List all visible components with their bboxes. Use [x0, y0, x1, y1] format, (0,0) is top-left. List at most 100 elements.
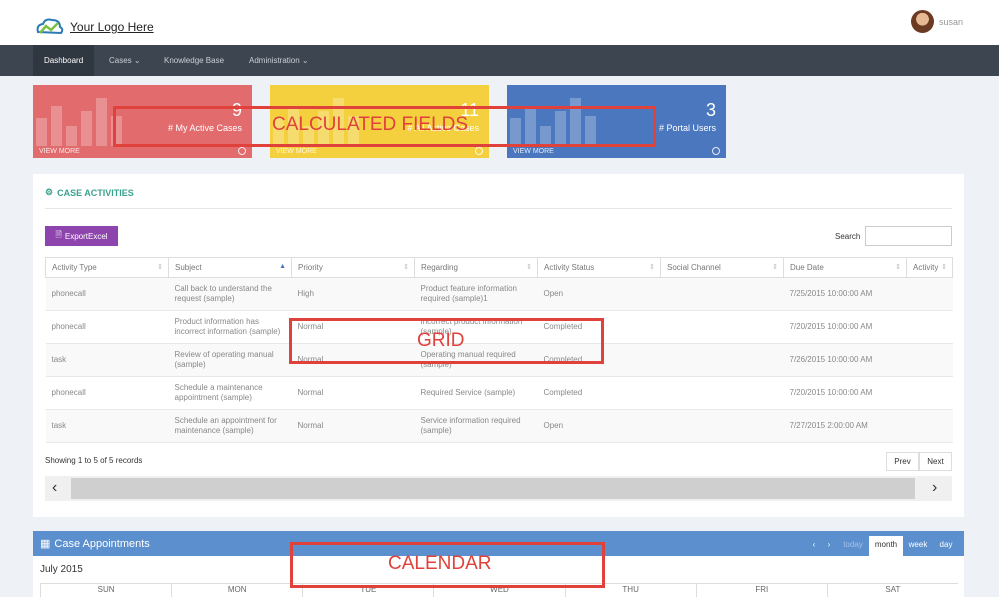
avatar [910, 10, 934, 33]
sort-icon: ⇕ [895, 264, 901, 271]
cell [660, 376, 784, 410]
nav-dashboard[interactable]: Dashboard [33, 45, 95, 76]
sort-icon: ⇕ [772, 264, 778, 271]
column-header[interactable]: Regarding ⇕ [414, 257, 538, 278]
cell: Normal [291, 376, 415, 410]
cell: 7/20/2015 10:00:00 AM [783, 376, 907, 410]
main-nav: Dashboard Cases ⌄ Knowledge Base Adminis… [0, 45, 999, 76]
tile-label: # Portal Users [658, 123, 716, 133]
search-label: Search [835, 232, 861, 241]
nav-cases[interactable]: Cases ⌄ [98, 45, 152, 76]
arrow-circle-icon[interactable] [712, 147, 720, 155]
calendar-prev-button[interactable]: ‹ [807, 536, 821, 556]
cell [660, 277, 784, 311]
column-header[interactable]: Activity Status ⇕ [537, 257, 661, 278]
cell: Service information required (sample) [414, 409, 538, 443]
column-header-label: Regarding [421, 263, 458, 272]
column-header[interactable]: Subject ▲ [168, 257, 292, 278]
records-summary: Showing 1 to 5 of 5 records [45, 456, 143, 465]
cell [660, 310, 784, 344]
weekday: MON [171, 584, 302, 597]
nav-knowledge-base[interactable]: Knowledge Base [153, 45, 235, 76]
cell: phonecall [45, 376, 169, 410]
cell: 7/20/2015 10:00:00 AM [783, 310, 907, 344]
view-more-link[interactable]: VIEW MORE [513, 148, 554, 155]
weekday: FRI [695, 584, 827, 597]
calendar-icon: ▦ [40, 538, 51, 550]
arrow-circle-icon[interactable] [238, 147, 246, 155]
cell: Open [537, 277, 661, 311]
annotation-label-calculated: CALCULATED FIELDS [272, 114, 469, 135]
table-row[interactable]: phonecall Schedule a maintenance appointm… [45, 376, 953, 410]
logo[interactable]: Your Logo Here [34, 17, 154, 37]
cell [906, 343, 953, 377]
search-input[interactable] [865, 226, 952, 246]
cell: Required Service (sample) [414, 376, 538, 410]
cell: High [291, 277, 415, 311]
column-header[interactable]: Activity Type ⇕ [45, 257, 169, 278]
sort-icon: ⇕ [157, 264, 163, 271]
view-more-link[interactable]: VIEW MORE [276, 148, 317, 155]
nav-administration[interactable]: Administration ⌄ [238, 45, 320, 76]
table-row[interactable]: task Schedule an appointment for maintena… [45, 409, 953, 443]
day-view-button[interactable]: day [933, 536, 959, 556]
sort-icon: ⇕ [403, 264, 409, 271]
prev-button[interactable]: Prev [886, 452, 919, 471]
cell: Call back to understand the request (sam… [168, 277, 292, 311]
cell: Schedule a maintenance appointment (samp… [168, 376, 292, 410]
cell: Product information has incorrect inform… [168, 310, 292, 344]
cell: Product feature information required (sa… [414, 277, 538, 311]
column-header-label: Activity Type [52, 263, 97, 272]
column-header[interactable]: Due Date ⇕ [783, 257, 907, 278]
table-header-row: Activity Type ⇕ Subject ▲ Priority ⇕ Regard… [45, 257, 953, 278]
logo-icon [36, 18, 64, 35]
today-button[interactable]: today [838, 536, 868, 556]
cell [906, 310, 953, 344]
week-view-button[interactable]: week [903, 536, 933, 556]
scroll-left-icon[interactable]: ‹ [52, 478, 57, 498]
cell: phonecall [45, 310, 169, 344]
user-menu[interactable]: susan [910, 10, 963, 33]
gears-icon: ⚙ [45, 187, 54, 197]
calendar-title-text: Case Appointments [54, 537, 150, 550]
cell [906, 376, 953, 410]
view-more-link[interactable]: VIEW MORE [39, 148, 80, 155]
export-label: ExportExcel [64, 231, 108, 241]
column-header[interactable]: Priority ⇕ [291, 257, 415, 278]
column-header[interactable]: Social Channel ⇕ [660, 257, 784, 278]
column-header-label: Priority [298, 263, 323, 272]
month-view-button[interactable]: month [869, 536, 903, 556]
column-header-label: Social Channel [667, 263, 721, 272]
cell: 7/26/2015 10:00:00 AM [783, 343, 907, 377]
annotation-label-grid: GRID [417, 330, 465, 351]
column-header-label: Subject [175, 263, 202, 272]
weekday: SUN [40, 584, 171, 597]
calendar-month-label: July 2015 [40, 564, 83, 575]
top-bar: Your Logo Here susan [0, 0, 999, 45]
file-icon: 🗎 [55, 230, 62, 239]
logo-text: Your Logo Here [70, 20, 154, 34]
cell: 7/27/2015 2:00:00 AM [783, 409, 907, 443]
cell: Completed [537, 376, 661, 410]
horizontal-scrollbar[interactable]: ‹ › [45, 476, 952, 501]
tile-bars [36, 98, 122, 146]
cell [660, 409, 784, 443]
sort-icon: ⇕ [649, 264, 655, 271]
calendar-next-button[interactable]: › [822, 536, 836, 556]
export-excel-button[interactable]: 🗎 ExportExcel [45, 226, 118, 246]
cell [906, 277, 953, 311]
sort-icon: ⇕ [941, 264, 947, 271]
cell: task [45, 343, 169, 377]
scroll-thumb[interactable] [71, 478, 915, 499]
scroll-right-icon[interactable]: › [932, 478, 937, 498]
table-row[interactable]: phonecall Call back to understand the req… [45, 277, 953, 311]
calendar-title: ▦ Case Appointments [40, 537, 150, 551]
column-header[interactable]: Activity ⇕ [906, 257, 953, 278]
next-button[interactable]: Next [919, 452, 952, 471]
tile-value: 3 [705, 100, 716, 120]
cell: Review of operating manual (sample) [168, 343, 292, 377]
cell: Open [537, 409, 661, 443]
arrow-circle-icon[interactable] [475, 147, 483, 155]
sort-icon: ⇕ [526, 264, 532, 271]
column-header-label: Due Date [790, 263, 824, 272]
